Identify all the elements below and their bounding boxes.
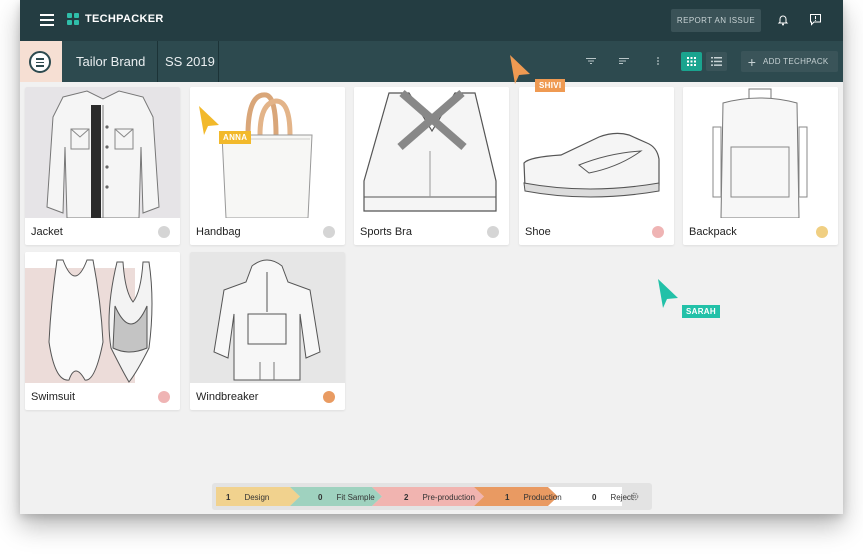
stage-label: Fit Sample — [336, 492, 375, 502]
plus-icon: + — [747, 53, 757, 70]
product-card-sports-bra[interactable]: Sports Bra — [354, 87, 509, 245]
stage-count: 2 — [404, 492, 409, 502]
stage-label: Production — [523, 492, 562, 502]
stage-fit-sample[interactable]: 0 Fit Sample — [318, 487, 375, 507]
report-issue-button[interactable]: REPORT AN ISSUE — [671, 9, 761, 32]
filter-icon[interactable] — [585, 55, 597, 67]
stage-production[interactable]: 1 Production — [505, 487, 562, 507]
top-navigation-bar: TECHPACKER REPORT AN ISSUE — [20, 0, 843, 41]
status-dot[interactable] — [652, 226, 664, 238]
shoe-image — [519, 87, 674, 218]
project-toolbar: Tailor Brand SS 2019 + ADD TECHPACK — [20, 41, 843, 82]
stage-reject[interactable]: 0 Reject — [592, 487, 633, 507]
collaborator-tag-sarah: SARAH — [682, 305, 720, 318]
product-name: Swimsuit — [31, 391, 76, 403]
sort-icon[interactable] — [618, 55, 630, 67]
toolbar-divider — [157, 41, 158, 82]
settings-gear-icon[interactable] — [629, 491, 640, 502]
product-name: Handbag — [196, 226, 241, 238]
product-card-shoe[interactable]: Shoe — [519, 87, 674, 245]
production-stage-bar: 1 Design 0 Fit Sample 2 Pre-production 1… — [212, 483, 652, 510]
list-icon — [711, 57, 722, 66]
sports-bra-image — [354, 87, 509, 218]
status-dot[interactable] — [487, 226, 499, 238]
add-techpack-button[interactable]: + ADD TECHPACK — [741, 51, 838, 72]
status-dot[interactable] — [816, 226, 828, 238]
bell-icon[interactable] — [777, 14, 789, 26]
stage-label: Pre-production — [422, 492, 475, 502]
product-name: Windbreaker — [196, 391, 259, 403]
stage-pre-production[interactable]: 2 Pre-production — [404, 487, 475, 507]
stage-count: 0 — [318, 492, 323, 502]
status-dot[interactable] — [158, 391, 170, 403]
techpacker-logo-icon — [67, 13, 79, 25]
collaborator-cursor-sarah-icon — [658, 279, 678, 308]
app-logo-text: TECHPACKER — [85, 13, 164, 25]
list-view-button[interactable] — [706, 52, 727, 71]
season-name[interactable]: SS 2019 — [165, 54, 215, 69]
product-card-backpack[interactable]: Backpack — [683, 87, 838, 245]
product-card-windbreaker[interactable]: Windbreaker — [190, 252, 345, 410]
stage-count: 1 — [505, 492, 510, 502]
menu-icon[interactable] — [40, 14, 54, 26]
collaborator-cursor-shivi-icon — [510, 55, 530, 84]
grid-icon — [687, 57, 696, 66]
stage-design[interactable]: 1 Design — [226, 487, 269, 507]
windbreaker-image — [190, 252, 345, 383]
stage-count: 0 — [592, 492, 597, 502]
app-window: TECHPACKER REPORT AN ISSUE Tailor Brand … — [20, 0, 843, 514]
product-name: Shoe — [525, 226, 551, 238]
collaborator-tag-shivi: SHIVI — [535, 79, 566, 92]
brand-name[interactable]: Tailor Brand — [76, 54, 145, 69]
backpack-image — [683, 87, 838, 218]
brand-list-icon — [29, 51, 51, 73]
grid-view-button[interactable] — [681, 52, 702, 71]
product-name: Sports Bra — [360, 226, 412, 238]
collaborator-tag-anna: ANNA — [219, 131, 252, 144]
add-techpack-label: ADD TECHPACK — [763, 57, 829, 66]
status-dot[interactable] — [158, 226, 170, 238]
product-card-swimsuit[interactable]: Swimsuit — [25, 252, 180, 410]
product-name: Jacket — [31, 226, 63, 238]
jacket-image — [25, 87, 180, 218]
status-dot[interactable] — [323, 391, 335, 403]
product-name: Backpack — [689, 226, 737, 238]
swimsuit-image — [25, 252, 180, 383]
stage-count: 1 — [226, 492, 231, 502]
chat-feedback-icon[interactable] — [809, 13, 822, 26]
status-dot[interactable] — [323, 226, 335, 238]
collaborator-cursor-anna-icon — [199, 106, 219, 135]
stage-label: Design — [244, 492, 270, 502]
more-options-icon[interactable] — [652, 55, 664, 67]
toolbar-divider — [218, 41, 219, 82]
brand-icon-tile[interactable] — [20, 41, 62, 82]
product-card-jacket[interactable]: Jacket — [25, 87, 180, 245]
